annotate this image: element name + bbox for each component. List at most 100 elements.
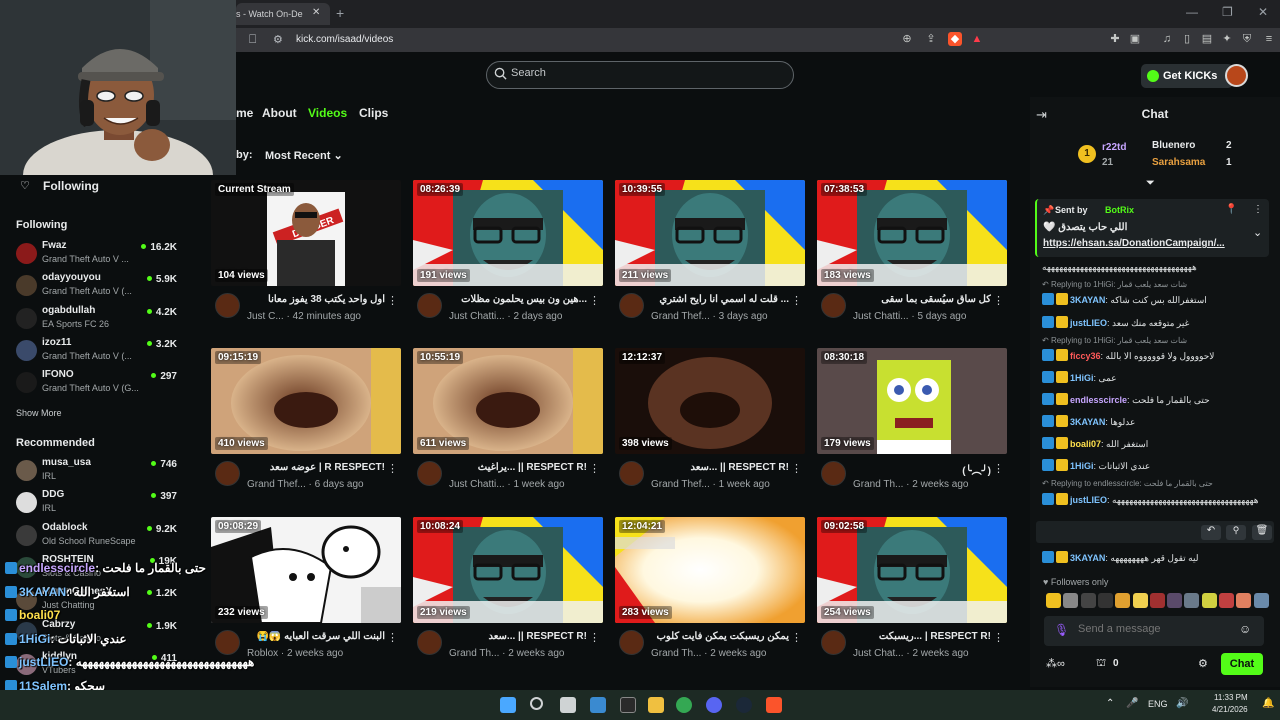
- video-category[interactable]: Just Chatti...: [449, 479, 505, 490]
- video-category[interactable]: Grand Thef...: [651, 311, 710, 322]
- video-title[interactable]: اول واحد يكتب 38 يفوز معانا: [247, 294, 385, 305]
- more-options-icon[interactable]: ⋮: [589, 462, 600, 475]
- channel-avatar[interactable]: [215, 293, 240, 318]
- brave-rewards-icon[interactable]: ▲: [970, 32, 984, 46]
- sidebar-icon[interactable]: ▯: [1180, 32, 1194, 46]
- video-category[interactable]: Grand Th...: [853, 479, 903, 490]
- chat-username[interactable]: 3KAYAN: [1070, 295, 1105, 305]
- show-more-link[interactable]: Show More: [16, 408, 62, 418]
- channel-points-icon[interactable]: ⁂∞: [1046, 657, 1065, 670]
- wallet-icon[interactable]: ▤: [1200, 32, 1214, 46]
- video-thumbnail[interactable]: 09:15:19 410 views: [211, 348, 401, 454]
- reply-icon[interactable]: ↶: [1201, 525, 1221, 540]
- gift-icon[interactable]: ⛫: [1096, 657, 1106, 671]
- video-title[interactable]: كل ساق سيُسقى بما سقى: [853, 294, 991, 305]
- site-info-icon[interactable]: ⚙: [273, 33, 283, 46]
- sidebar-channel-item[interactable]: izoz11 Grand Theft Auto V (... 3.2K: [14, 336, 184, 366]
- notifications-icon[interactable]: 🔔: [1262, 698, 1274, 709]
- sidebar-channel-item[interactable]: musa_usa IRL 746: [14, 456, 184, 486]
- video-category[interactable]: Just Chatti...: [853, 311, 909, 322]
- channel-avatar[interactable]: [619, 461, 644, 486]
- video-thumbnail[interactable]: 12:12:37 398 views: [615, 348, 805, 454]
- channel-avatar[interactable]: [417, 293, 442, 318]
- share-icon[interactable]: ⇪: [924, 32, 938, 46]
- chat-username[interactable]: 3KAYAN: [1070, 417, 1105, 427]
- expand-pinned-icon[interactable]: ⌄: [1253, 226, 1262, 239]
- pinned-sender[interactable]: BotRix: [1105, 205, 1134, 215]
- emote-icon[interactable]: [1236, 593, 1252, 608]
- sort-dropdown[interactable]: Most Recent ⌄: [265, 149, 343, 162]
- more-options-icon[interactable]: ⋮: [387, 294, 398, 307]
- video-title[interactable]: !RESPECT R || ...سعد: [651, 462, 789, 473]
- music-icon[interactable]: ♫: [1160, 32, 1174, 46]
- emote-icon[interactable]: [1132, 593, 1148, 608]
- emote-icon[interactable]: [1167, 593, 1183, 608]
- more-options-icon[interactable]: ⋮: [791, 462, 802, 475]
- chat-message[interactable]: justLIEO: غير متوقعه منك سعد: [1042, 316, 1268, 329]
- video-card[interactable]: 09:15:19 410 views !R RESPECT | عوضه سعد Gr…: [211, 348, 401, 508]
- windows-start-icon[interactable]: [500, 697, 516, 713]
- video-category[interactable]: Grand Thef...: [651, 479, 710, 490]
- video-thumbnail[interactable]: 08:26:39 191 views: [413, 180, 603, 286]
- sidebar-channel-item[interactable]: IFONO Grand Theft Auto V (G... 297: [14, 368, 184, 398]
- video-title[interactable]: !R RESPECT | عوضه سعد: [247, 462, 385, 473]
- sidebar-channel-item[interactable]: Odablock Old School RuneScape 9.2K: [14, 521, 184, 551]
- steam-icon[interactable]: [736, 697, 752, 713]
- brave-icon[interactable]: [766, 697, 782, 713]
- search-box[interactable]: [486, 61, 794, 89]
- expand-leaderboard-icon[interactable]: ⏷: [1146, 177, 1155, 190]
- chat-send-button[interactable]: Chat: [1221, 653, 1263, 675]
- chat-message[interactable]: 1HiGi: عمى: [1042, 371, 1268, 384]
- discord-icon[interactable]: [706, 697, 722, 713]
- video-title[interactable]: (╯︵╰): [853, 462, 991, 477]
- pinned-more-icon[interactable]: ⋮: [1253, 204, 1263, 215]
- pin-message-icon[interactable]: ⚲: [1226, 525, 1246, 540]
- video-category[interactable]: Just C...: [247, 311, 284, 322]
- search-input[interactable]: [511, 67, 771, 79]
- chat-username[interactable]: justLIEO: [1070, 495, 1107, 505]
- video-thumbnail[interactable]: 12:04:21 283 views: [615, 517, 805, 623]
- channel-avatar[interactable]: [417, 461, 442, 486]
- chat-message[interactable]: endlesscircle: حتى بالقمار ما فلحت: [1042, 393, 1268, 406]
- video-thumbnail[interactable]: 08:30:18 179 views: [817, 348, 1007, 454]
- channel-avatar[interactable]: [619, 293, 644, 318]
- video-card[interactable]: 09:02:58 254 views !RESPECT R | ...ريسبكت J…: [817, 517, 1007, 677]
- video-card[interactable]: DANGERCurrent Stream104 viewsاول واحد يك…: [211, 180, 401, 340]
- leader-1-name[interactable]: r22td: [1102, 142, 1126, 153]
- video-title[interactable]: !RESPECT R || ...يراغيث: [449, 462, 587, 473]
- chat-message[interactable]: 3KAYAN: ليه تقول قهر ههههههههه: [1042, 551, 1268, 564]
- video-card[interactable]: 10:39:55 211 views ... قلت له اسمي انا راي…: [615, 180, 805, 340]
- video-category[interactable]: Just Chat...: [853, 648, 904, 659]
- leader-3-name[interactable]: Sarahsama: [1152, 157, 1205, 168]
- video-card[interactable]: 12:04:21 283 views يمكن ريسبكت يمكن فايت ك…: [615, 517, 805, 677]
- delete-message-icon[interactable]: 🗑: [1252, 525, 1272, 540]
- more-options-icon[interactable]: ⋮: [589, 294, 600, 307]
- emote-icon[interactable]: [1097, 593, 1113, 608]
- tray-chevron-icon[interactable]: ⌃: [1106, 698, 1114, 709]
- channel-avatar[interactable]: [821, 293, 846, 318]
- video-thumbnail[interactable]: 09:02:58 254 views: [817, 517, 1007, 623]
- chat-settings-gear-icon[interactable]: ⚙: [1198, 657, 1208, 670]
- zoom-icon[interactable]: ⊕: [900, 32, 914, 46]
- video-title[interactable]: ... قلت له اسمي انا رايح اشتري: [651, 294, 789, 305]
- chrome-icon[interactable]: [676, 697, 692, 713]
- chat-username[interactable]: justLIEO: [1070, 318, 1107, 328]
- search-taskbar-icon[interactable]: [530, 697, 543, 710]
- video-card[interactable]: 12:12:37 398 views !RESPECT R || ...سعد Gra…: [615, 348, 805, 508]
- video-thumbnail[interactable]: 09:08:29 232 views: [211, 517, 401, 623]
- brave-shield-icon[interactable]: ◆: [948, 32, 962, 46]
- microphone-icon[interactable]: 🎙: [1054, 623, 1069, 637]
- network-icon[interactable]: 🔊: [1176, 698, 1188, 709]
- channel-avatar[interactable]: [821, 461, 846, 486]
- video-thumbnail[interactable]: 10:55:19 611 views: [413, 348, 603, 454]
- extensions-icon[interactable]: ✚: [1108, 32, 1122, 46]
- more-options-icon[interactable]: ⋮: [387, 631, 398, 644]
- chat-message-input[interactable]: [1078, 623, 1228, 635]
- store-icon[interactable]: [590, 697, 606, 713]
- emote-icon[interactable]: [1046, 593, 1061, 608]
- emote-icon[interactable]: [1115, 593, 1131, 608]
- emote-icon[interactable]: [1253, 593, 1269, 608]
- sidebar-channel-item[interactable]: odayyouyou Grand Theft Auto V (... 5.9K: [14, 271, 184, 301]
- chat-message[interactable]: 3KAYAN: استغفرالله بس كنت شاكه: [1042, 293, 1268, 306]
- more-options-icon[interactable]: ⋮: [993, 462, 1004, 475]
